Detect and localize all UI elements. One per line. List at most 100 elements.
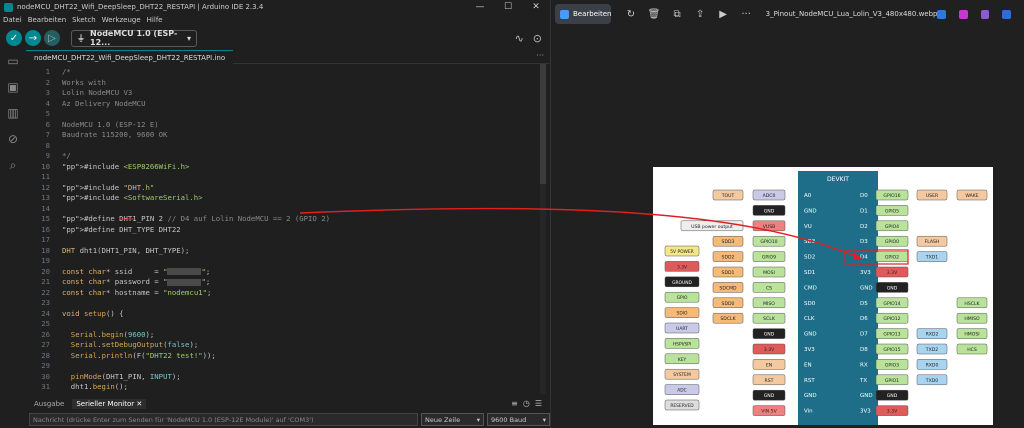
baud-rate-select[interactable]: 9600 Baud ▾ <box>487 413 550 426</box>
more-icon[interactable]: ··· <box>536 51 544 60</box>
timestamp-icon[interactable]: ◷ <box>523 399 530 408</box>
right-gpio-label: 3.3V <box>887 270 898 276</box>
left-pin-label: GND <box>804 393 817 399</box>
left-pin-label: CLK <box>804 316 815 322</box>
bottom-panel-tabs: Ausgabe Serieller Monitor ✕ ≡ ◷ ☰ <box>26 397 550 410</box>
serial-message-input[interactable]: Nachricht (drücke Enter zum Senden für '… <box>29 413 418 426</box>
line-number: 19 <box>41 256 50 265</box>
left-func-label: GND <box>764 332 775 338</box>
editor-scrollbar[interactable] <box>540 64 546 394</box>
menu-werkzeuge[interactable]: Werkzeuge <box>102 16 141 24</box>
line-number: 7 <box>45 130 50 139</box>
usb-icon: ⏚ <box>77 33 85 43</box>
line-number: 25 <box>41 319 50 328</box>
right-pin-label: GND <box>860 285 873 291</box>
line-number: 15 <box>41 214 50 223</box>
share-icon[interactable]: ⇪ <box>689 9 712 20</box>
code-line: /* <box>62 67 71 76</box>
tab-label: nodeMCU_DHT22_Wifi_DeepSleep_DHT22_RESTA… <box>34 53 226 62</box>
line-number: 18 <box>41 245 50 255</box>
legend-label: HSPI/SPI <box>673 341 691 347</box>
right-pin-label: TX <box>859 378 867 384</box>
right-pin-label: D8 <box>860 347 868 353</box>
close-button[interactable]: ✕ <box>522 2 550 12</box>
window-title: nodeMCU_DHT22_Wifi_DeepSleep_DHT22_RESTA… <box>17 3 264 11</box>
serial-monitor-icon[interactable]: ⊙ <box>533 32 542 45</box>
right-pin-label: D6 <box>860 316 868 322</box>
viewer-toolbar: Bearbeiten ↻ 🗑 ⧉ ⇪ ▶ ··· 3_Pinout_NodeMC… <box>551 0 1024 28</box>
tab-ausgabe[interactable]: Ausgabe <box>30 399 68 409</box>
edit-button[interactable]: Bearbeiten <box>555 4 612 24</box>
check-icon: ✓ <box>9 32 19 44</box>
maximize-button[interactable]: ☐ <box>494 2 522 12</box>
debug-icon[interactable]: ⊘ <box>0 128 26 154</box>
right-pin-label: D4 <box>860 255 868 261</box>
toggle-autoscroll-icon[interactable]: ≡ <box>511 399 518 408</box>
crop-icon[interactable]: ⧉ <box>666 9 689 20</box>
left-func2-label: SDD2 <box>722 255 735 261</box>
verify-button[interactable]: ✓ <box>6 30 22 46</box>
right-gpio-label: GPIO2 <box>885 255 899 261</box>
code-line: Baudrate 115200, 9600 OK <box>62 130 168 139</box>
right-func-label: FLASH <box>925 239 940 245</box>
left-pin-label: SD0 <box>804 301 816 307</box>
delete-icon[interactable]: 🗑 <box>643 9 666 20</box>
left-func-label: SCLK <box>763 316 776 322</box>
left-pin-label: EN <box>804 362 812 368</box>
menu-sketch[interactable]: Sketch <box>72 16 96 24</box>
baud-rate-value: 9600 Baud <box>491 415 527 424</box>
left-func-label: GPIO10 <box>760 239 777 245</box>
left-func-label: VIN 5V <box>761 409 777 415</box>
tab-sketch-file[interactable]: nodeMCU_DHT22_Wifi_DeepSleep_DHT22_RESTA… <box>26 50 234 64</box>
right-gpio-label: GND <box>887 285 898 291</box>
onedrive-icon[interactable] <box>1002 9 1012 19</box>
code-line: Lolin NodeMCU V3 <box>62 88 133 97</box>
chevron-down-icon: ▾ <box>542 415 546 424</box>
serial-plotter-icon[interactable]: ∿ <box>515 32 524 45</box>
left-func-label: ADC0 <box>763 193 776 199</box>
legend-label: SYSTEM <box>673 372 691 378</box>
slideshow-icon[interactable]: ▶ <box>712 9 735 20</box>
code-editor[interactable]: 1 /* 2 Works with 3 Lolin NodeMCU V3 4 Az Deliv… <box>26 64 550 394</box>
board-selector[interactable]: ⏚ NodeMCU 1.0 (ESP-12... ▾ <box>71 29 197 47</box>
right-gpio-label: GPIO13 <box>883 332 900 338</box>
close-icon[interactable]: ✕ <box>136 400 142 408</box>
image-filename: 3_Pinout_NodeMCU_Lua_Lolin_V3_480x480.we… <box>765 10 938 18</box>
code-line: NodeMCU 1.0 (ESP-12 E) <box>62 119 159 129</box>
app-icon-3[interactable] <box>980 9 990 19</box>
menu-bearbeiten[interactable]: Bearbeiten <box>28 16 66 24</box>
rotate-icon[interactable]: ↻ <box>619 9 642 20</box>
right-func-label: TXD1 <box>925 255 938 261</box>
upload-button[interactable]: → <box>25 30 41 46</box>
scrollbar-thumb[interactable] <box>540 64 546 184</box>
library-icon[interactable]: ▥ <box>0 102 26 128</box>
menu-datei[interactable]: Datei <box>3 16 22 24</box>
left-pin-label: VU <box>804 224 812 230</box>
line-ending-select[interactable]: Neue Zeile ▾ <box>421 413 484 426</box>
app-icon-2[interactable] <box>959 9 968 19</box>
clear-output-icon[interactable]: ☰ <box>535 399 542 408</box>
app-icon-1[interactable] <box>937 9 947 19</box>
board-icon[interactable]: ▣ <box>0 76 26 102</box>
left-pin-label: GND <box>804 332 817 338</box>
search-icon[interactable]: ⌕ <box>0 154 26 180</box>
pinout-diagram: DEVKIT A0 ADC0 TOUT GND GND VU VUSB USB power ou… <box>664 171 988 425</box>
code-line: "pp">#include "DHT.h" <box>62 182 155 192</box>
line-number: 22 <box>41 287 50 297</box>
menu-hilfe[interactable]: Hilfe <box>147 16 163 24</box>
legend-label: 5V POWER <box>670 249 693 255</box>
line-ending-value: Neue Zeile <box>425 415 461 424</box>
tab-serial-monitor[interactable]: Serieller Monitor ✕ <box>72 398 147 409</box>
debug-button[interactable]: ▷ <box>44 30 60 46</box>
left-func-label: GPIO9 <box>762 255 776 261</box>
right-gpio-label: GPIO12 <box>883 316 900 322</box>
edit-icon <box>560 9 569 19</box>
code-line: "pp">#include <ESP8266WiFi.h> <box>62 161 190 171</box>
right-gpio-label: GPIO4 <box>885 224 899 230</box>
left-extra-label: TOUT <box>721 193 735 199</box>
minimize-button[interactable]: — <box>466 2 494 12</box>
menu-bar: Datei Bearbeiten Sketch Werkzeuge Hilfe <box>0 14 550 26</box>
folder-icon[interactable]: ▭ <box>0 50 26 76</box>
more-icon[interactable]: ··· <box>735 9 758 20</box>
line-number: 14 <box>41 203 50 213</box>
